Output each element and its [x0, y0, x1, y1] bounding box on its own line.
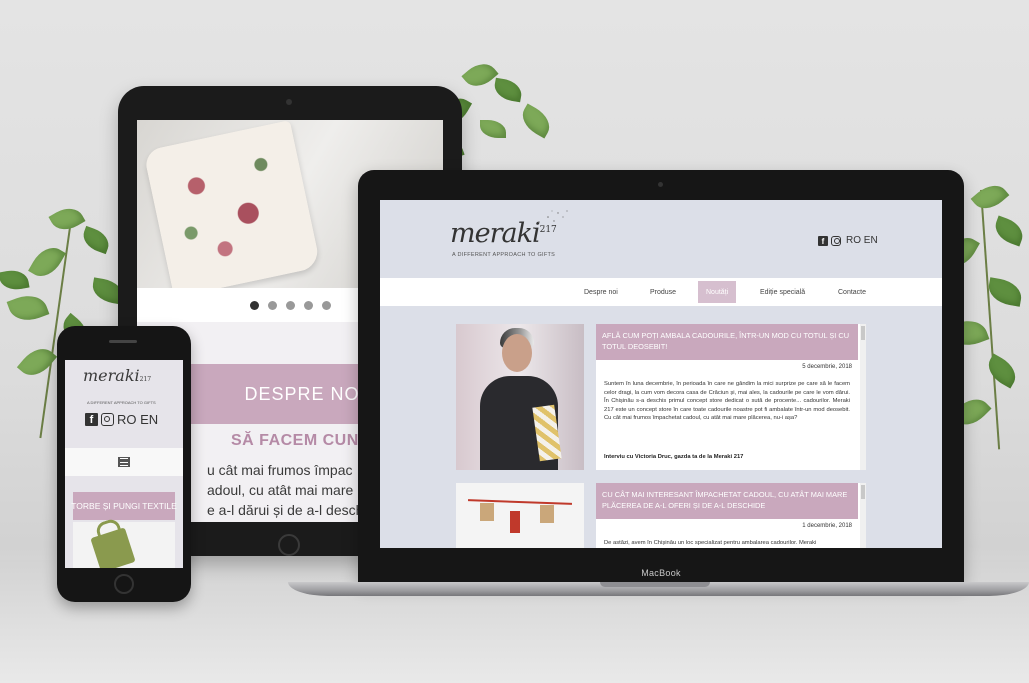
phone-social-bar: f RO EN	[85, 412, 158, 427]
phone-logo-text: meraki	[83, 366, 140, 385]
article-date: 5 decembrie, 2018	[802, 364, 852, 370]
phone-device: meraki217 A DIFFERENT APPROACH TO GIFTS …	[57, 326, 191, 602]
slider-dot-2[interactable]	[267, 300, 277, 310]
article-scrollbar[interactable]	[860, 483, 866, 548]
facebook-icon[interactable]: f	[85, 413, 98, 426]
laptop-screen: meraki217 A DIFFERENT APPROACH TO GIFTS …	[380, 200, 942, 548]
language-switcher[interactable]: RO EN	[117, 412, 158, 427]
phone-logo-number: 217	[139, 376, 152, 383]
textile-bag-image	[90, 527, 136, 568]
article-link[interactable]: Interviu cu Victoria Druc, gazda ta de l…	[604, 454, 743, 460]
nav-item-contacte[interactable]: Contacte	[830, 281, 874, 303]
tablet-camera	[286, 99, 292, 105]
phone-speaker	[109, 340, 137, 343]
article-date: 1 decembrie, 2018	[802, 523, 852, 529]
gift-tag-image	[480, 503, 494, 521]
red-tag-image	[510, 511, 520, 533]
article-title[interactable]: CU CÂT MAI INTERESANT ÎMPACHETAT CADOUL,…	[596, 483, 858, 519]
slider-dot-3[interactable]	[285, 300, 295, 310]
site-tagline: A DIFFERENT APPROACH TO GIFTS	[452, 252, 556, 258]
header-social-bar: f RO EN	[818, 235, 878, 246]
product-image[interactable]	[73, 522, 175, 568]
dandelion-icon	[533, 210, 568, 229]
facebook-icon[interactable]: f	[818, 235, 828, 246]
phone-menu-bar	[65, 448, 183, 476]
slider-dot-5[interactable]	[321, 300, 331, 310]
phone-home-button[interactable]	[114, 574, 134, 594]
article-photo[interactable]	[456, 324, 584, 470]
laptop-notch	[600, 582, 710, 587]
nav-item-editie-speciala[interactable]: Ediție specială	[752, 281, 813, 303]
instagram-icon[interactable]	[831, 235, 841, 246]
language-switcher[interactable]: RO EN	[846, 235, 878, 246]
nav-item-noutati[interactable]: Noutăți	[698, 281, 737, 303]
article-excerpt: De astăzi, avem în Chișinău un loc speci…	[604, 540, 817, 546]
site-logo-text: meraki	[450, 218, 541, 249]
category-banner[interactable]: TORBE ȘI PUNGI TEXTILE	[71, 492, 177, 520]
phone-screen: meraki217 A DIFFERENT APPROACH TO GIFTS …	[65, 360, 183, 568]
nav-item-despre-noi[interactable]: Despre noi	[576, 281, 626, 303]
laptop-device: meraki217 A DIFFERENT APPROACH TO GIFTS …	[358, 170, 964, 582]
laptop-camera	[658, 182, 663, 187]
slider-dot-4[interactable]	[303, 300, 313, 310]
phone-logo[interactable]: meraki217	[83, 366, 151, 385]
tablet-home-button[interactable]	[278, 534, 300, 556]
article-body: AFLĂ CUM POȚI AMBALA CADOURILE, ÎNTR-UN …	[596, 324, 866, 470]
article-body: CU CÂT MAI INTERESANT ÎMPACHETAT CADOUL,…	[596, 483, 866, 548]
article-card: AFLĂ CUM POȚI AMBALA CADOURILE, ÎNTR-UN …	[456, 324, 866, 470]
instagram-icon[interactable]	[101, 413, 114, 426]
article-excerpt: Suntem în luna decembrie, în perioada în…	[604, 381, 850, 422]
phone-tagline: A DIFFERENT APPROACH TO GIFTS	[87, 400, 156, 405]
hamburger-menu-icon[interactable]	[118, 457, 130, 467]
main-nav: Despre noi Produse Noutăți Ediție specia…	[380, 278, 942, 306]
article-title[interactable]: AFLĂ CUM POȚI AMBALA CADOURILE, ÎNTR-UN …	[596, 324, 858, 360]
nav-item-produse[interactable]: Produse	[642, 281, 684, 303]
article-scrollbar[interactable]	[860, 324, 866, 470]
slider-dot-1[interactable]	[249, 300, 259, 310]
laptop-brand-label: MacBook	[641, 568, 681, 578]
article-card: CU CÂT MAI INTERESANT ÎMPACHETAT CADOUL,…	[456, 483, 866, 548]
floral-gift-wrap-image	[143, 120, 321, 298]
article-photo[interactable]	[456, 483, 584, 548]
gift-tag-image	[540, 505, 554, 523]
site-header: meraki217 A DIFFERENT APPROACH TO GIFTS …	[380, 200, 942, 278]
